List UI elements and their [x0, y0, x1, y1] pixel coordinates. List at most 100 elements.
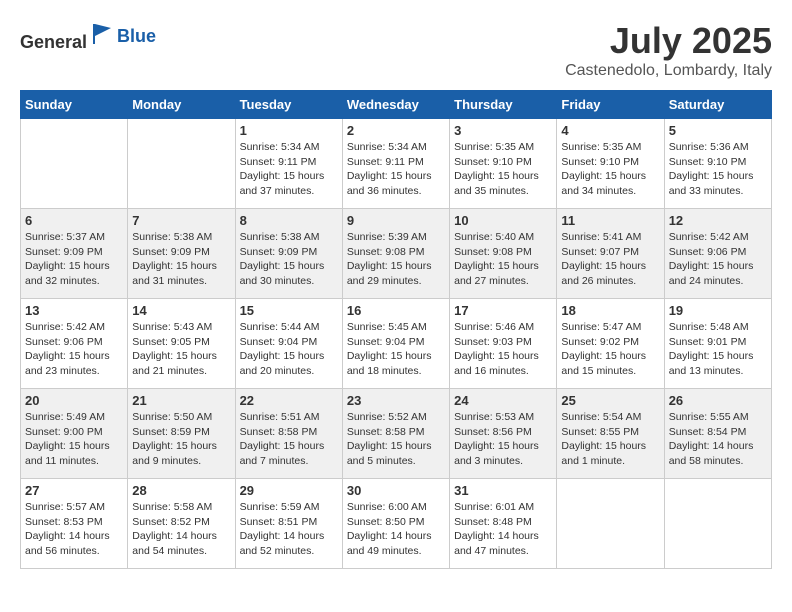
day-header-friday: Friday	[557, 91, 664, 119]
day-number: 14	[132, 303, 230, 318]
day-info: Sunrise: 5:35 AM Sunset: 9:10 PM Dayligh…	[454, 140, 552, 199]
day-number: 24	[454, 393, 552, 408]
calendar-cell: 1 Sunrise: 5:34 AM Sunset: 9:11 PM Daylig…	[235, 119, 342, 209]
calendar-cell: 11Sunrise: 5:41 AM Sunset: 9:07 PM Dayli…	[557, 209, 664, 299]
day-number: 6	[25, 213, 123, 228]
calendar-cell: 31Sunrise: 6:01 AM Sunset: 8:48 PM Dayli…	[450, 479, 557, 569]
calendar-cell: 23 Sunrise: 5:52 AM Sunset: 8:58 PM Dayli…	[342, 389, 449, 479]
calendar-cell: 19 Sunrise: 5:48 AM Sunset: 9:01 PM Dayli…	[664, 299, 771, 389]
calendar-cell: 26 Sunrise: 5:55 AM Sunset: 8:54 PM Dayli…	[664, 389, 771, 479]
day-info: Sunrise: 5:50 AM Sunset: 8:59 PM Dayligh…	[132, 410, 230, 469]
day-number: 12	[669, 213, 767, 228]
calendar-cell: 2 Sunrise: 5:34 AM Sunset: 9:11 PM Daylig…	[342, 119, 449, 209]
calendar-cell: 17 Sunrise: 5:46 AM Sunset: 9:03 PM Dayli…	[450, 299, 557, 389]
day-header-saturday: Saturday	[664, 91, 771, 119]
day-number: 26	[669, 393, 767, 408]
calendar-week-row: 1 Sunrise: 5:34 AM Sunset: 9:11 PM Daylig…	[21, 119, 772, 209]
day-info: Sunrise: 5:59 AM Sunset: 8:51 PM Dayligh…	[240, 500, 338, 559]
day-number: 1	[240, 123, 338, 138]
calendar-cell: 27 Sunrise: 5:57 AM Sunset: 8:53 PM Dayli…	[21, 479, 128, 569]
day-number: 10	[454, 213, 552, 228]
day-info: Sunrise: 5:40 AM Sunset: 9:08 PM Dayligh…	[454, 230, 552, 289]
calendar-cell: 7Sunrise: 5:38 AM Sunset: 9:09 PM Daylig…	[128, 209, 235, 299]
calendar-week-row: 13 Sunrise: 5:42 AM Sunset: 9:06 PM Dayli…	[21, 299, 772, 389]
day-info: Sunrise: 5:52 AM Sunset: 8:58 PM Dayligh…	[347, 410, 445, 469]
day-number: 9	[347, 213, 445, 228]
day-header-monday: Monday	[128, 91, 235, 119]
day-info: Sunrise: 5:44 AM Sunset: 9:04 PM Dayligh…	[240, 320, 338, 379]
calendar-cell	[128, 119, 235, 209]
day-number: 27	[25, 483, 123, 498]
day-info: Sunrise: 5:49 AM Sunset: 9:00 PM Dayligh…	[25, 410, 123, 469]
day-number: 4	[561, 123, 659, 138]
day-info: Sunrise: 5:58 AM Sunset: 8:52 PM Dayligh…	[132, 500, 230, 559]
calendar-cell: 4 Sunrise: 5:35 AM Sunset: 9:10 PM Daylig…	[557, 119, 664, 209]
day-info: Sunrise: 5:39 AM Sunset: 9:08 PM Dayligh…	[347, 230, 445, 289]
day-number: 21	[132, 393, 230, 408]
day-number: 28	[132, 483, 230, 498]
day-info: Sunrise: 5:34 AM Sunset: 9:11 PM Dayligh…	[240, 140, 338, 199]
day-number: 20	[25, 393, 123, 408]
logo-text-blue: Blue	[117, 26, 156, 46]
day-info: Sunrise: 5:38 AM Sunset: 9:09 PM Dayligh…	[132, 230, 230, 289]
day-info: Sunrise: 5:57 AM Sunset: 8:53 PM Dayligh…	[25, 500, 123, 559]
month-year-title: July 2025	[565, 20, 772, 62]
day-header-thursday: Thursday	[450, 91, 557, 119]
day-info: Sunrise: 5:54 AM Sunset: 8:55 PM Dayligh…	[561, 410, 659, 469]
day-number: 31	[454, 483, 552, 498]
calendar-cell: 30Sunrise: 6:00 AM Sunset: 8:50 PM Dayli…	[342, 479, 449, 569]
calendar-cell: 25 Sunrise: 5:54 AM Sunset: 8:55 PM Dayli…	[557, 389, 664, 479]
day-number: 2	[347, 123, 445, 138]
day-number: 23	[347, 393, 445, 408]
day-header-wednesday: Wednesday	[342, 91, 449, 119]
day-info: Sunrise: 5:36 AM Sunset: 9:10 PM Dayligh…	[669, 140, 767, 199]
day-info: Sunrise: 5:46 AM Sunset: 9:03 PM Dayligh…	[454, 320, 552, 379]
day-info: Sunrise: 5:41 AM Sunset: 9:07 PM Dayligh…	[561, 230, 659, 289]
calendar-cell: 22Sunrise: 5:51 AM Sunset: 8:58 PM Dayli…	[235, 389, 342, 479]
calendar-cell: 10 Sunrise: 5:40 AM Sunset: 9:08 PM Dayli…	[450, 209, 557, 299]
logo: General Blue	[20, 20, 156, 53]
day-info: Sunrise: 5:42 AM Sunset: 9:06 PM Dayligh…	[669, 230, 767, 289]
day-info: Sunrise: 5:55 AM Sunset: 8:54 PM Dayligh…	[669, 410, 767, 469]
day-info: Sunrise: 6:00 AM Sunset: 8:50 PM Dayligh…	[347, 500, 445, 559]
day-info: Sunrise: 5:42 AM Sunset: 9:06 PM Dayligh…	[25, 320, 123, 379]
day-number: 17	[454, 303, 552, 318]
calendar-cell	[664, 479, 771, 569]
logo-flag-icon	[89, 20, 117, 48]
logo-text-general: General	[20, 32, 87, 52]
day-info: Sunrise: 5:48 AM Sunset: 9:01 PM Dayligh…	[669, 320, 767, 379]
calendar-cell: 18Sunrise: 5:47 AM Sunset: 9:02 PM Dayli…	[557, 299, 664, 389]
day-number: 15	[240, 303, 338, 318]
day-header-sunday: Sunday	[21, 91, 128, 119]
calendar-cell: 14 Sunrise: 5:43 AM Sunset: 9:05 PM Dayli…	[128, 299, 235, 389]
calendar-cell: 20 Sunrise: 5:49 AM Sunset: 9:00 PM Dayli…	[21, 389, 128, 479]
calendar-cell: 6Sunrise: 5:37 AM Sunset: 9:09 PM Daylig…	[21, 209, 128, 299]
calendar-cell: 29Sunrise: 5:59 AM Sunset: 8:51 PM Dayli…	[235, 479, 342, 569]
day-number: 25	[561, 393, 659, 408]
title-section: July 2025 Castenedolo, Lombardy, Italy	[565, 20, 772, 80]
calendar-cell	[557, 479, 664, 569]
day-info: Sunrise: 5:43 AM Sunset: 9:05 PM Dayligh…	[132, 320, 230, 379]
day-number: 8	[240, 213, 338, 228]
day-info: Sunrise: 5:53 AM Sunset: 8:56 PM Dayligh…	[454, 410, 552, 469]
calendar-week-row: 20 Sunrise: 5:49 AM Sunset: 9:00 PM Dayli…	[21, 389, 772, 479]
calendar-cell	[21, 119, 128, 209]
calendar-cell: 16Sunrise: 5:45 AM Sunset: 9:04 PM Dayli…	[342, 299, 449, 389]
calendar-week-row: 6Sunrise: 5:37 AM Sunset: 9:09 PM Daylig…	[21, 209, 772, 299]
calendar-cell: 12 Sunrise: 5:42 AM Sunset: 9:06 PM Dayli…	[664, 209, 771, 299]
calendar-cell: 9 Sunrise: 5:39 AM Sunset: 9:08 PM Daylig…	[342, 209, 449, 299]
day-number: 19	[669, 303, 767, 318]
day-info: Sunrise: 5:45 AM Sunset: 9:04 PM Dayligh…	[347, 320, 445, 379]
day-info: Sunrise: 5:34 AM Sunset: 9:11 PM Dayligh…	[347, 140, 445, 199]
calendar-table: SundayMondayTuesdayWednesdayThursdayFrid…	[20, 90, 772, 569]
calendar-cell: 28 Sunrise: 5:58 AM Sunset: 8:52 PM Dayli…	[128, 479, 235, 569]
day-number: 13	[25, 303, 123, 318]
day-info: Sunrise: 5:35 AM Sunset: 9:10 PM Dayligh…	[561, 140, 659, 199]
calendar-cell: 8Sunrise: 5:38 AM Sunset: 9:09 PM Daylig…	[235, 209, 342, 299]
calendar-header-row: SundayMondayTuesdayWednesdayThursdayFrid…	[21, 91, 772, 119]
calendar-cell: 24 Sunrise: 5:53 AM Sunset: 8:56 PM Dayli…	[450, 389, 557, 479]
day-number: 5	[669, 123, 767, 138]
day-info: Sunrise: 5:47 AM Sunset: 9:02 PM Dayligh…	[561, 320, 659, 379]
day-number: 3	[454, 123, 552, 138]
location-subtitle: Castenedolo, Lombardy, Italy	[565, 62, 772, 80]
